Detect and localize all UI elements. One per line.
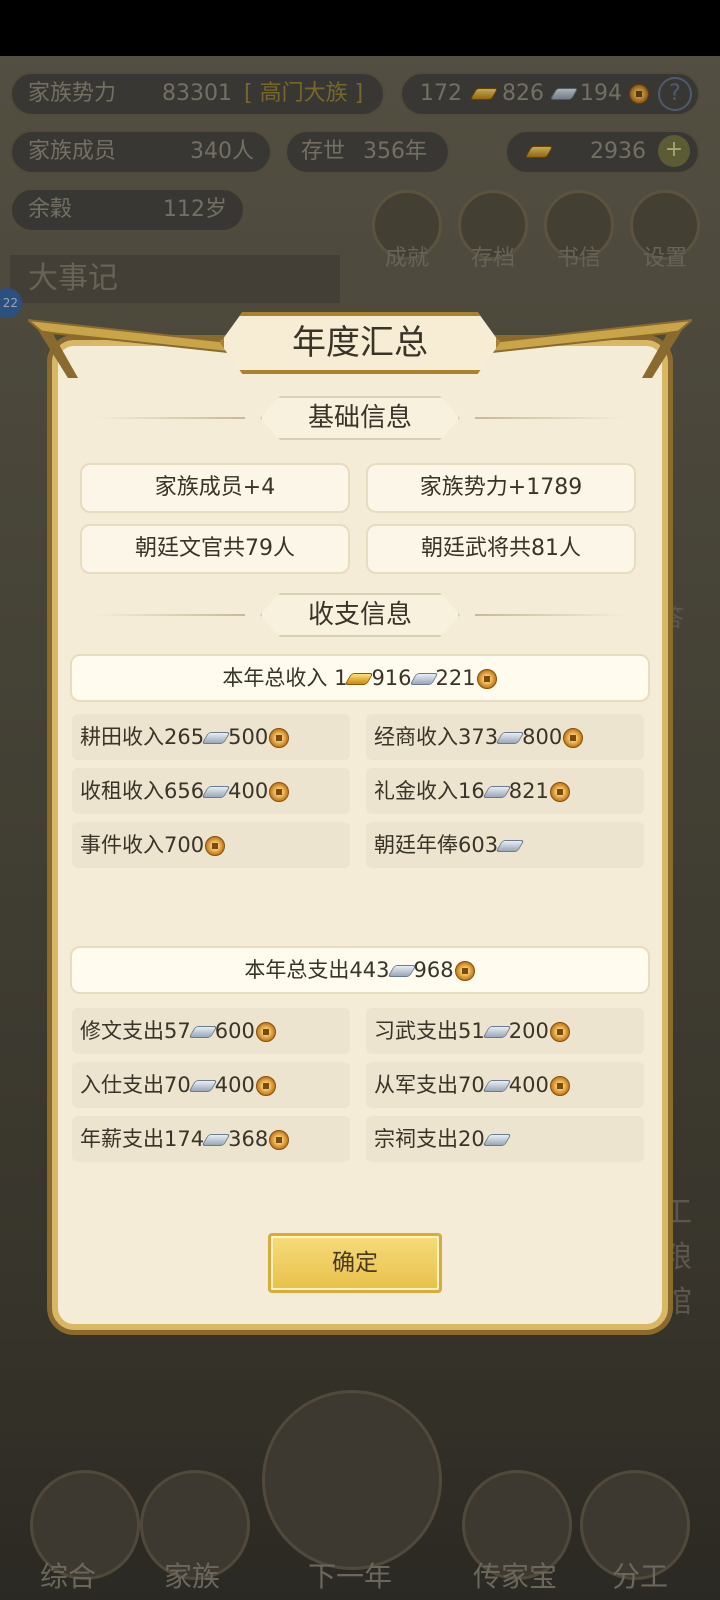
expense-office: 入仕支出70 400: [72, 1062, 350, 1108]
coin-icon: [476, 669, 497, 689]
income-trade: 经商收入373 800: [366, 714, 644, 760]
silver-ingot-icon: [387, 965, 416, 977]
coin-icon: [563, 728, 584, 748]
silver-ingot-icon: [188, 1026, 218, 1038]
coin-icon: [205, 836, 226, 856]
expense-wages: 年薪支出174 368: [72, 1116, 350, 1162]
income-farming: 耕田收入265 500: [72, 714, 350, 760]
basic-civil-officials: 朝廷文官共79人: [80, 524, 350, 574]
coin-icon: [255, 1022, 276, 1042]
income-rent: 收租收入656 400: [72, 768, 350, 814]
basic-info-header: 基础信息: [95, 396, 625, 440]
income-total-silver: 916: [371, 666, 412, 690]
basic-military-generals: 朝廷武将共81人: [366, 524, 636, 574]
coin-icon: [269, 782, 290, 802]
confirm-button[interactable]: 确定: [268, 1233, 442, 1293]
silver-ingot-icon: [495, 732, 525, 744]
coin-icon: [549, 782, 570, 802]
expense-ancestral-hall: 宗祠支出20: [366, 1116, 644, 1162]
silver-ingot-icon: [495, 840, 525, 852]
income-total-coin: 221: [435, 666, 476, 690]
silver-ingot-icon: [201, 1134, 231, 1146]
silver-ingot-icon: [188, 1080, 218, 1092]
expense-total-label: 本年总支出: [244, 958, 350, 982]
expense-total-row: 本年总支出443 968: [70, 946, 650, 994]
coin-icon: [269, 1130, 290, 1150]
coin-icon: [269, 728, 290, 748]
expense-study: 修文支出57 600: [72, 1008, 350, 1054]
income-info-title: 收支信息: [307, 600, 412, 630]
income-total-row: 本年总收入 1 916 221: [70, 654, 650, 702]
income-info-header: 收支信息: [95, 593, 625, 637]
income-event: 事件收入700: [72, 822, 350, 868]
silver-ingot-icon: [201, 732, 231, 744]
expense-total-coin: 968: [413, 958, 454, 982]
divider-right: [475, 614, 625, 616]
income-total-label: 本年总收入: [222, 666, 328, 690]
coin-icon: [549, 1022, 570, 1042]
coin-icon: [454, 961, 475, 981]
basic-members: 家族成员+4: [80, 463, 350, 513]
silver-ingot-icon: [482, 1080, 512, 1092]
divider-left: [95, 614, 245, 616]
silver-ingot-icon: [482, 1026, 512, 1038]
silver-ingot-icon: [482, 786, 512, 798]
coin-icon: [255, 1076, 276, 1096]
divider-right: [475, 417, 625, 419]
gold-ingot-icon: [344, 673, 374, 685]
basic-power: 家族势力+1789: [366, 463, 636, 513]
income-total-gold: 1: [334, 666, 348, 690]
coin-icon: [549, 1076, 570, 1096]
expense-martial: 习武支出51 200: [366, 1008, 644, 1054]
silver-ingot-icon: [201, 786, 231, 798]
expense-army: 从军支出70 400: [366, 1062, 644, 1108]
divider-left: [95, 417, 245, 419]
income-gift: 礼金收入16 821: [366, 768, 644, 814]
income-salary: 朝廷年俸603: [366, 822, 644, 868]
status-bar: [0, 0, 720, 56]
dialog-title: 年度汇总: [292, 323, 428, 363]
basic-info-title: 基础信息: [307, 403, 412, 433]
silver-ingot-icon: [409, 673, 438, 685]
silver-ingot-icon: [482, 1134, 512, 1146]
expense-total-silver: 443: [349, 958, 390, 982]
